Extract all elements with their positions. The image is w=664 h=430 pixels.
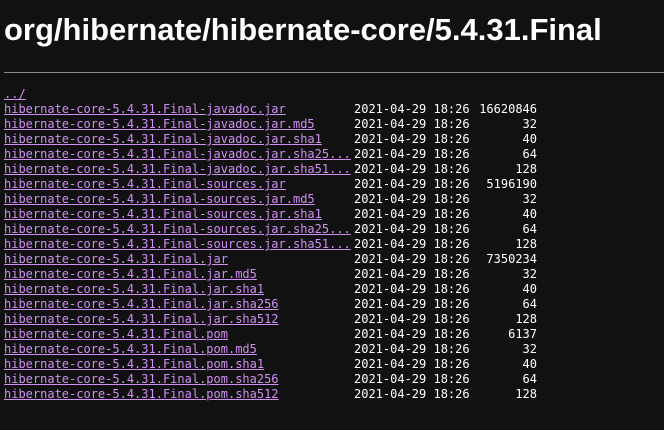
file-size: 40 [522,132,537,146]
file-date: 2021-04-29 18:26 [354,282,470,296]
page-title: org/hibernate/hibernate-core/5.4.31.Fina… [4,12,602,47]
file-size: 16620846 [479,102,537,116]
file-date: 2021-04-29 18:26 [354,177,470,191]
parent-directory-link[interactable]: ../ [4,87,26,102]
file-date: 2021-04-29 18:26 [354,342,470,356]
file-date: 2021-04-29 18:26 [354,147,470,161]
file-link[interactable]: hibernate-core-5.4.31.Final-sources.jar.… [4,207,322,222]
file-link[interactable]: hibernate-core-5.4.31.Final-javadoc.jar [4,102,286,117]
file-date: 2021-04-29 18:26 [354,207,470,221]
file-size: 128 [515,387,537,401]
file-date: 2021-04-29 18:26 [354,312,470,326]
file-link[interactable]: hibernate-core-5.4.31.Final.jar.sha256 [4,297,279,312]
file-date: 2021-04-29 18:26 [354,162,470,176]
file-date: 2021-04-29 18:26 [354,297,470,311]
file-size: 64 [522,222,537,236]
file-size: 40 [522,357,537,371]
file-date: 2021-04-29 18:26 [354,252,470,266]
file-date: 2021-04-29 18:26 [354,132,470,146]
file-size: 7350234 [486,252,537,266]
file-link[interactable]: hibernate-core-5.4.31.Final-sources.jar.… [4,222,351,237]
file-link[interactable]: hibernate-core-5.4.31.Final.pom.sha256 [4,372,279,387]
file-size: 64 [522,147,537,161]
file-link[interactable]: hibernate-core-5.4.31.Final-javadoc.jar.… [4,147,351,162]
file-size: 128 [515,312,537,326]
file-link[interactable]: hibernate-core-5.4.31.Final.jar.sha1 [4,282,264,297]
file-date: 2021-04-29 18:26 [354,357,470,371]
file-link[interactable]: hibernate-core-5.4.31.Final.pom.sha1 [4,357,264,372]
file-link[interactable]: hibernate-core-5.4.31.Final.jar.sha512 [4,312,279,327]
file-date: 2021-04-29 18:26 [354,117,470,131]
file-size: 128 [515,237,537,251]
file-link[interactable]: hibernate-core-5.4.31.Final-sources.jar [4,177,286,192]
file-date: 2021-04-29 18:26 [354,387,470,401]
divider [4,72,664,73]
file-size: 40 [522,207,537,221]
file-size: 32 [522,267,537,281]
file-date: 2021-04-29 18:26 [354,267,470,281]
file-link[interactable]: hibernate-core-5.4.31.Final.jar [4,252,228,267]
file-link[interactable]: hibernate-core-5.4.31.Final.pom [4,327,228,342]
file-size: 64 [522,372,537,386]
file-size: 40 [522,282,537,296]
file-size: 32 [522,342,537,356]
file-size: 64 [522,297,537,311]
file-link[interactable]: hibernate-core-5.4.31.Final-sources.jar.… [4,192,315,207]
file-size: 128 [515,162,537,176]
file-link[interactable]: hibernate-core-5.4.31.Final-javadoc.jar.… [4,117,315,132]
file-date: 2021-04-29 18:26 [354,237,470,251]
file-date: 2021-04-29 18:26 [354,372,470,386]
file-date: 2021-04-29 18:26 [354,192,470,206]
file-size: 32 [522,192,537,206]
file-link[interactable]: hibernate-core-5.4.31.Final-javadoc.jar.… [4,162,351,177]
file-date: 2021-04-29 18:26 [354,327,470,341]
file-link[interactable]: hibernate-core-5.4.31.Final.pom.md5 [4,342,257,357]
file-date: 2021-04-29 18:26 [354,222,470,236]
file-size: 32 [522,117,537,131]
file-link[interactable]: hibernate-core-5.4.31.Final.jar.md5 [4,267,257,282]
file-date: 2021-04-29 18:26 [354,102,470,116]
file-size: 5196190 [486,177,537,191]
file-link[interactable]: hibernate-core-5.4.31.Final-javadoc.jar.… [4,132,322,147]
file-link[interactable]: hibernate-core-5.4.31.Final-sources.jar.… [4,237,351,252]
file-size: 6137 [508,327,537,341]
file-link[interactable]: hibernate-core-5.4.31.Final.pom.sha512 [4,387,279,402]
